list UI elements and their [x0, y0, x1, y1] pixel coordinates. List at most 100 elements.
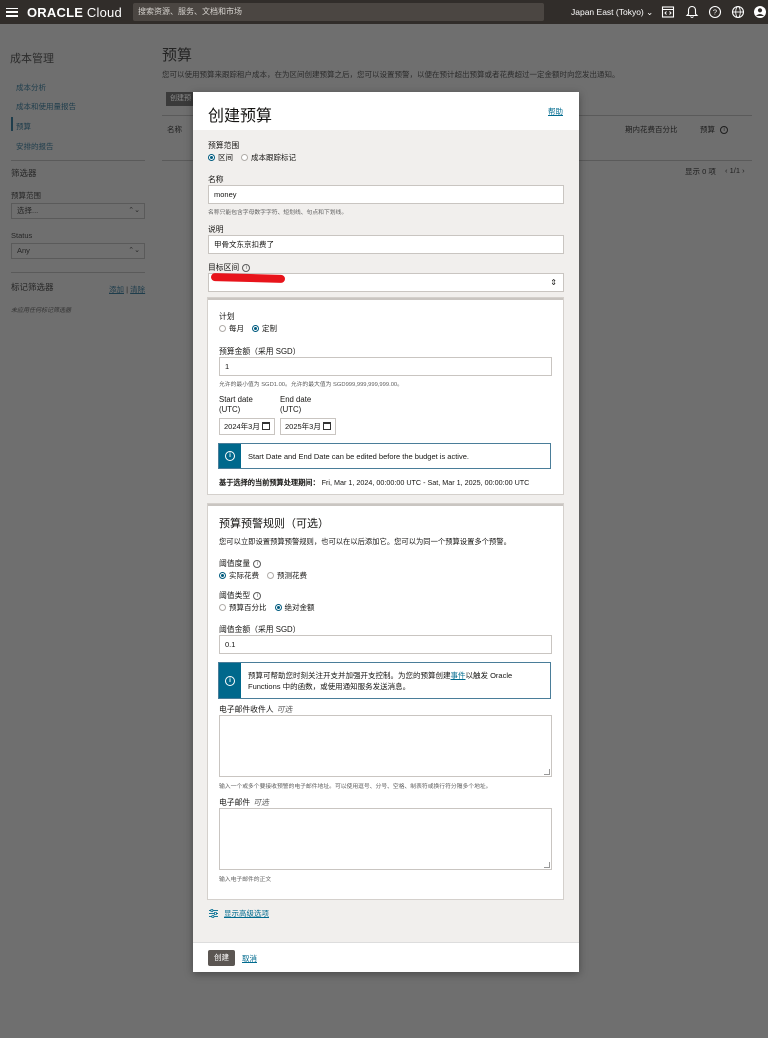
- events-link[interactable]: 事件: [451, 671, 466, 680]
- radio-percent-of-budget[interactable]: 预算百分比: [219, 602, 267, 613]
- radio-selected-icon: [274, 604, 282, 611]
- radio-custom[interactable]: 定制: [252, 323, 277, 334]
- divider: [11, 272, 145, 273]
- radio-selected-icon: [208, 154, 215, 161]
- divider: [11, 160, 145, 161]
- dialog-body: 预算范围 区间 成本跟踪标记 名称 money 名称只能包含字母数字字符、短划线…: [193, 130, 579, 942]
- budget-amount-input[interactable]: 1: [219, 357, 552, 376]
- alert-rule-description: 您可以立即设置预算预警规则，也可以在以后添加它。您可以为同一个预算设置多个预警。: [219, 537, 511, 546]
- radio-compartment[interactable]: 区间: [208, 152, 233, 163]
- end-date-label: End date (UTC): [280, 395, 312, 414]
- budget-scope-select[interactable]: 选择... ⌃⌄: [11, 203, 145, 219]
- target-compartment-label: 目标区间 i: [208, 262, 251, 273]
- sidebar-item-cost-usage-reports[interactable]: 成本和使用量报告: [16, 101, 76, 112]
- start-date-input[interactable]: 2024年3月: [219, 418, 275, 435]
- create-button[interactable]: 创建: [208, 950, 235, 966]
- alert-rule-panel: 预算预警规则（可选） 您可以立即设置预算预警规则，也可以在以后添加它。您可以为同…: [207, 503, 564, 900]
- global-search-input[interactable]: 搜索资源、服务、文档和市场: [133, 3, 544, 21]
- show-advanced-options-link[interactable]: 显示高级选项: [209, 908, 269, 919]
- schedule-radio-group: 每月 定制: [219, 323, 285, 334]
- tag-filters-actions: 添加 | 清除: [109, 285, 146, 294]
- threshold-amount-label: 阈值金额（采用 SGD）: [219, 625, 301, 634]
- page-title: 预算: [162, 47, 193, 64]
- column-header-name[interactable]: 名称: [167, 124, 182, 135]
- processing-period: 基于选择的当前预算处理期间： Fri, Mar 1, 2024, 00:00:0…: [219, 478, 530, 487]
- info-icon[interactable]: i: [253, 559, 262, 568]
- sidebar-item-budgets[interactable]: 预算: [16, 121, 31, 132]
- table-pagination[interactable]: ‹ 1/1 ›: [725, 166, 745, 175]
- threshold-type-radio-group: 预算百分比 绝对金额: [219, 602, 323, 613]
- chevron-updown-icon: ⇕: [550, 278, 557, 287]
- email-recipients-label: 电子邮件收件人 可选: [219, 705, 293, 714]
- user-profile-icon[interactable]: [753, 5, 767, 19]
- oracle-cloud-logo[interactable]: ORACLE Cloud: [27, 5, 122, 20]
- events-info-message: i 预算可帮助您时刻关注开支并加强开支控制。为您的预算创建事件以触发 Oracl…: [218, 662, 551, 699]
- radio-actual-spend[interactable]: 实际花费: [219, 570, 259, 581]
- sidebar-item-cost-analysis[interactable]: 成本分析: [16, 82, 46, 93]
- create-budget-dialog: 创建预算 帮助 预算范围 区间 成本跟踪标记 名称 money 名称只能包含字母…: [193, 92, 579, 972]
- dialog-title: 创建预算: [208, 108, 273, 125]
- tag-add-link[interactable]: 添加: [109, 285, 124, 294]
- cancel-link[interactable]: 取消: [242, 953, 257, 964]
- column-header-budget[interactable]: 预算 i: [700, 124, 729, 135]
- email-recipients-textarea[interactable]: [219, 715, 552, 777]
- status-select[interactable]: Any ⌃⌄: [11, 243, 145, 259]
- end-date-input[interactable]: 2025年3月: [280, 418, 336, 435]
- radio-unselected-icon: [219, 325, 226, 332]
- hamburger-menu-icon[interactable]: [6, 7, 18, 17]
- region-selector[interactable]: Japan East (Tokyo) ⌄: [571, 0, 653, 24]
- schedule-panel: 计划 每月 定制 预算金额（采用 SGD） 1 允许的最小值为 SGD1.00。…: [207, 297, 564, 495]
- budget-scope-label: 预算范围: [208, 141, 240, 150]
- description-input[interactable]: 甲骨文东京扣费了: [208, 235, 564, 254]
- info-icon[interactable]: i: [253, 591, 262, 600]
- radio-forecast-spend[interactable]: 预测花费: [267, 570, 307, 581]
- sidebar-active-indicator: [11, 117, 13, 131]
- tag-filters-hint: 未应用任何标记筛选器: [11, 308, 72, 314]
- radio-unselected-icon: [241, 154, 248, 161]
- radio-selected-icon: [252, 325, 259, 332]
- alert-rule-title: 预算预警规则（可选）: [219, 518, 329, 530]
- calendar-icon[interactable]: [323, 422, 331, 430]
- name-input[interactable]: money: [208, 185, 564, 204]
- notifications-bell-icon[interactable]: [685, 5, 699, 19]
- start-date-label: Start date (UTC): [219, 395, 253, 414]
- schedule-label: 计划: [219, 312, 235, 321]
- help-question-icon[interactable]: ?: [708, 5, 722, 19]
- sidebar-item-scheduled-reports[interactable]: 安排的报告: [16, 141, 54, 152]
- divider: [208, 504, 563, 506]
- chevron-left-icon[interactable]: ‹: [725, 166, 728, 175]
- help-link[interactable]: 帮助: [548, 106, 563, 117]
- create-budget-button-bg[interactable]: 创建预: [166, 92, 194, 106]
- tag-clear-link[interactable]: 清除: [130, 285, 145, 294]
- top-navigation-bar: ORACLE Cloud 搜索资源、服务、文档和市场 Japan East (T…: [0, 0, 768, 24]
- svg-text:?: ?: [713, 8, 717, 17]
- chevron-updown-icon: ⌃⌄: [128, 247, 140, 254]
- sliders-icon: [209, 909, 218, 918]
- email-message-label: 电子邮件 可选: [219, 798, 269, 807]
- threshold-metric-radio-group: 实际花费 预测花费: [219, 570, 315, 581]
- info-icon[interactable]: i: [720, 126, 729, 135]
- developer-tools-icon[interactable]: [661, 5, 675, 19]
- page-description: 您可以使用预算来跟踪租户成本，在为区间创建预算之后，您可以设置预警，以便在预计超…: [162, 70, 620, 79]
- radio-absolute-amount[interactable]: 绝对金额: [274, 602, 315, 613]
- threshold-amount-input[interactable]: 0.1: [219, 635, 552, 654]
- language-globe-icon[interactable]: [731, 5, 745, 19]
- name-hint: 名称只能包含字母数字字符、短划线、句点和下划线。: [208, 210, 348, 216]
- budget-scope-label: 预算范围: [11, 191, 41, 200]
- chevron-right-icon[interactable]: ›: [742, 166, 745, 175]
- email-message-textarea[interactable]: [219, 808, 552, 870]
- info-icon[interactable]: i: [242, 263, 251, 272]
- chevron-down-icon: ⌄: [646, 7, 654, 17]
- radio-monthly[interactable]: 每月: [219, 323, 244, 334]
- budget-scope-radio-group: 区间 成本跟踪标记: [208, 152, 304, 163]
- tag-filters-label: 标记筛选器: [11, 282, 54, 292]
- radio-unselected-icon: [219, 604, 226, 611]
- sidebar-title: 成本管理: [10, 53, 54, 65]
- description-label: 说明: [208, 225, 224, 234]
- budget-amount-label: 预算金额（采用 SGD）: [219, 347, 301, 356]
- column-header-percent[interactable]: 期内花费百分比: [625, 124, 678, 135]
- calendar-icon[interactable]: [262, 422, 270, 430]
- status-label: Status: [11, 231, 33, 240]
- email-message-hint: 输入电子邮件的正文: [219, 877, 272, 883]
- radio-cost-tracking-tag[interactable]: 成本跟踪标记: [241, 152, 296, 163]
